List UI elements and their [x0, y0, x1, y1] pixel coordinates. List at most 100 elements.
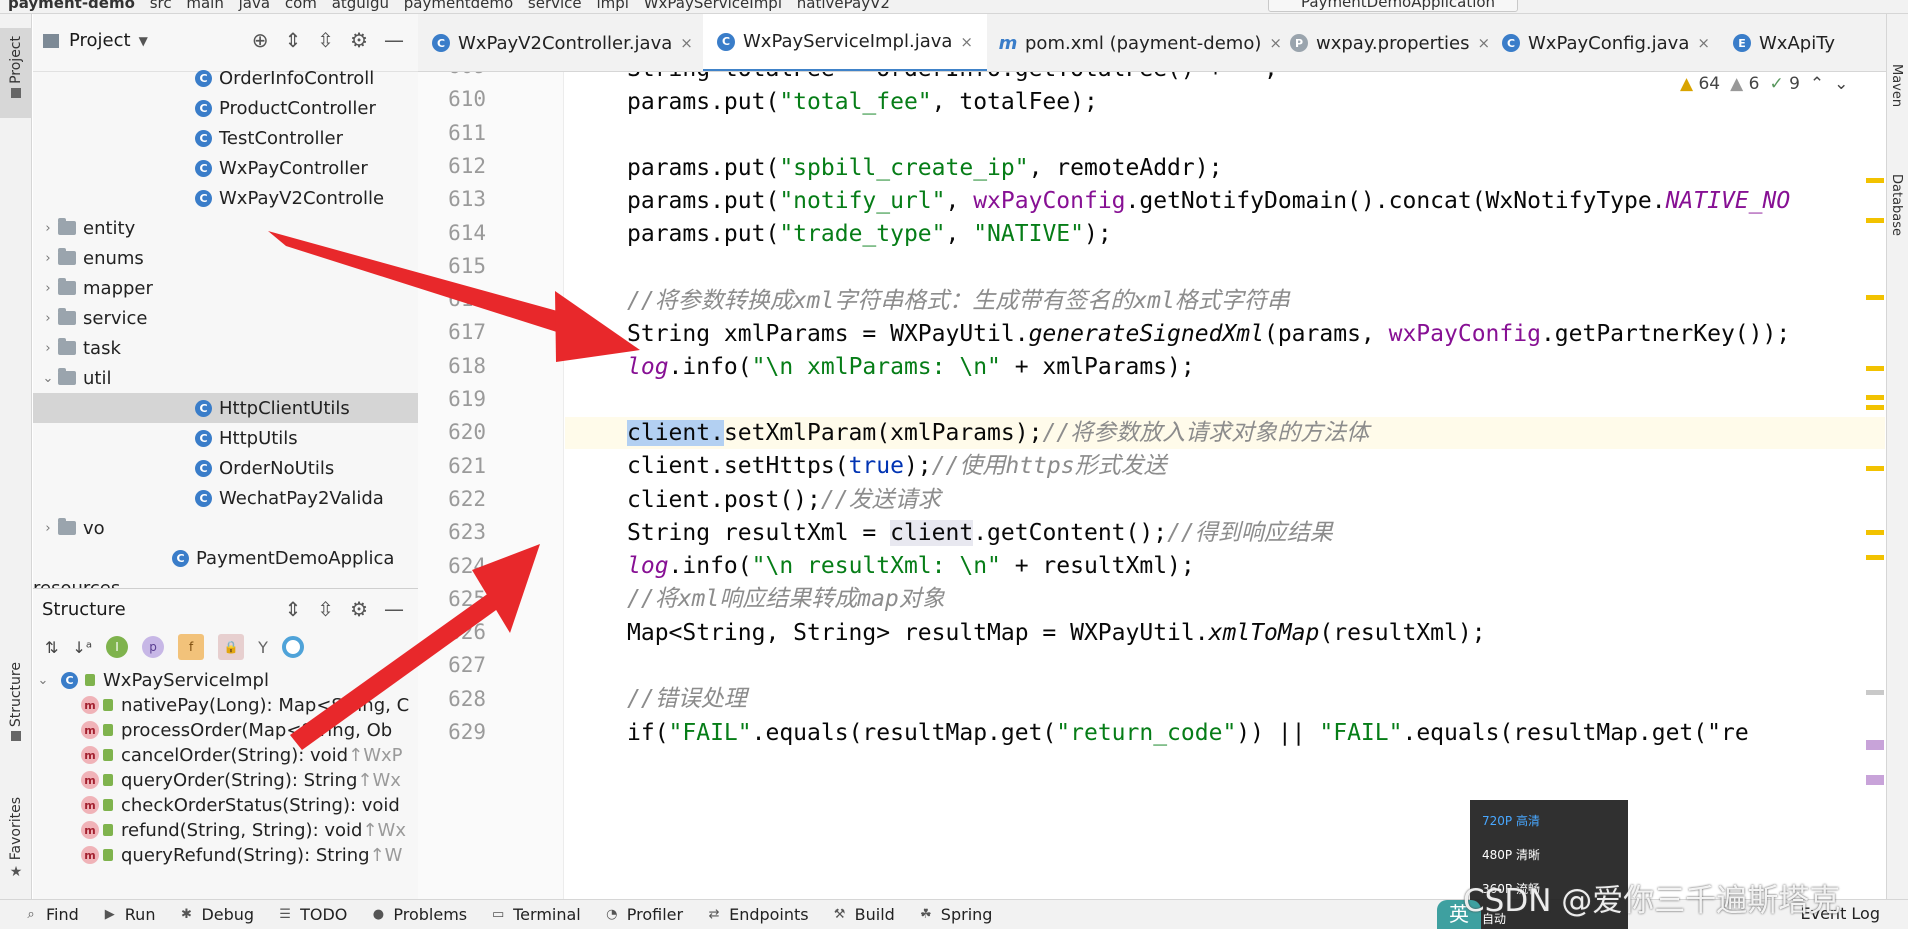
structure-tool-tab[interactable]: Structure — [0, 654, 32, 764]
gear-icon[interactable]: ⚙ — [350, 597, 368, 621]
structure-member-label: processOrder(Map<String, Ob — [121, 719, 393, 741]
breadcrumb-item[interactable]: service — [528, 0, 582, 12]
error-stripe-mark[interactable] — [1866, 218, 1884, 223]
tree-item[interactable]: C PaymentDemoApplica — [33, 543, 418, 573]
error-stripe-mark[interactable] — [1866, 740, 1884, 750]
run-configuration-select[interactable]: PaymentDemoApplication — [1268, 0, 1518, 12]
breadcrumb-item[interactable]: paymentdemo — [404, 0, 513, 12]
editor-tab[interactable]: Pwxpay.properties × — [1276, 14, 1504, 71]
close-icon[interactable]: × — [960, 33, 973, 51]
chevron-right-icon[interactable]: › — [38, 521, 58, 536]
expand-all-icon[interactable]: ⇕ — [285, 28, 302, 52]
collapse-all-icon[interactable]: ⇳ — [317, 597, 334, 621]
tree-item[interactable]: C HttpUtils — [33, 423, 418, 453]
tree-item[interactable]: › enums — [33, 243, 418, 273]
tree-item[interactable]: C OrderInfoControll — [33, 63, 418, 93]
tree-item[interactable]: C HttpClientUtils — [33, 393, 418, 423]
locate-icon[interactable]: ⊕ — [252, 28, 269, 52]
breadcrumb-item[interactable]: atguigu — [332, 0, 389, 12]
error-stripe-mark[interactable] — [1866, 690, 1884, 695]
error-stripe-mark[interactable] — [1866, 530, 1884, 535]
breadcrumb-item[interactable]: payment-demo — [8, 0, 135, 12]
project-view-selector[interactable]: Project ▼ — [43, 30, 148, 51]
tree-item[interactable]: C ProductController — [33, 93, 418, 123]
collapse-all-icon[interactable]: ⇳ — [317, 28, 334, 52]
error-stripe-mark[interactable] — [1866, 395, 1884, 400]
close-icon[interactable]: × — [1697, 34, 1710, 52]
bottom-tool-todo[interactable]: ☰ TODO — [278, 905, 347, 924]
tree-item[interactable]: ⌄ util — [33, 363, 418, 393]
show-non-public-icon[interactable]: 🔒 — [218, 634, 245, 660]
chevron-down-icon[interactable]: ⌄ — [38, 371, 58, 386]
quality-option[interactable]: 480P 清晰 — [1482, 846, 1540, 863]
chevron-right-icon[interactable]: › — [38, 221, 58, 236]
breadcrumb-item[interactable]: WxPayServiceImpl — [644, 0, 782, 12]
show-fields-icon[interactable]: f — [178, 634, 205, 660]
chevron-right-icon[interactable]: › — [38, 311, 58, 326]
editor-tab[interactable]: m pom.xml (payment-demo) × — [985, 14, 1296, 71]
editor-tab[interactable]: C WxPayV2Controller.java × — [418, 14, 707, 71]
error-stripe-mark[interactable] — [1866, 555, 1884, 560]
breadcrumb-item[interactable]: java — [239, 0, 270, 12]
close-icon[interactable]: × — [680, 34, 693, 52]
structure-member[interactable]: m queryRefund(String): String ↑W — [33, 840, 418, 870]
error-stripe-mark[interactable] — [1866, 775, 1884, 785]
bottom-tool-spring[interactable]: ☘ Spring — [919, 905, 992, 924]
code-editor[interactable]: String totalFee = orderInfo.getTotalFee(… — [565, 72, 1885, 899]
show-properties-icon[interactable]: p — [142, 636, 165, 658]
chevron-right-icon[interactable]: › — [38, 281, 58, 296]
bottom-tool-run[interactable]: ▶ Run — [103, 905, 156, 924]
tree-item[interactable]: › entity — [33, 213, 418, 243]
tree-item[interactable]: C TestController — [33, 123, 418, 153]
chevron-right-icon[interactable]: › — [38, 341, 58, 356]
sort-alphabetically-icon[interactable]: ↓ᵃ — [72, 638, 92, 657]
error-stripe-mark[interactable] — [1866, 405, 1884, 410]
hide-icon[interactable]: — — [384, 28, 404, 52]
bottom-tool-terminal[interactable]: ▭ Terminal — [491, 905, 581, 924]
database-tool-tab[interactable]: Database — [1889, 174, 1904, 236]
bottom-tool-debug[interactable]: ✱ Debug — [179, 905, 254, 924]
previous-highlight-icon[interactable]: ⌃ — [1810, 74, 1824, 94]
maven-tool-tab[interactable]: Maven — [1889, 64, 1904, 107]
error-stripe-mark[interactable] — [1866, 178, 1884, 183]
project-tool-tab[interactable]: Project — [0, 28, 32, 118]
tree-item[interactable]: › vo — [33, 513, 418, 543]
tree-item[interactable]: › task — [33, 333, 418, 363]
breadcrumb-item[interactable]: main — [186, 0, 223, 12]
bottom-tool-problems[interactable]: ● Problems — [371, 905, 467, 924]
chevron-right-icon[interactable]: › — [38, 251, 58, 266]
expand-all-icon[interactable]: ⇕ — [285, 597, 302, 621]
editor-tab[interactable]: E WxApiTy — [1719, 14, 1849, 71]
bottom-tool-endpoints[interactable]: ⇄ Endpoints — [707, 905, 809, 924]
breadcrumb-item[interactable]: impl — [596, 0, 628, 12]
editor-tab[interactable]: C WxPayServiceImpl.java × — [703, 14, 987, 71]
tree-item[interactable]: C WxPayV2Controlle — [33, 183, 418, 213]
favorites-tool-tab[interactable]: Favorites ★ — [0, 789, 32, 899]
bottom-tool-build[interactable]: ⚒ Build — [833, 905, 895, 924]
tree-item[interactable]: C WechatPay2Valida — [33, 483, 418, 513]
show-inherited-icon[interactable]: I — [106, 636, 129, 658]
inspection-widget[interactable]: ▲ 64 ▲ 6 ✓ 9 ⌃ ⌄ — [1680, 72, 1880, 96]
breadcrumb-item[interactable]: nativePayV2 — [797, 0, 890, 12]
error-stripe-mark[interactable] — [1866, 466, 1884, 471]
tree-item[interactable]: C OrderNoUtils — [33, 453, 418, 483]
sort-by-type-icon[interactable]: ⇅ — [45, 638, 58, 657]
tree-item[interactable]: › service — [33, 303, 418, 333]
breadcrumb-item[interactable]: src — [150, 0, 172, 12]
gear-icon[interactable]: ⚙ — [350, 28, 368, 52]
show-lambdas-icon[interactable]: Y — [258, 638, 268, 657]
next-highlight-icon[interactable]: ⌄ — [1834, 74, 1848, 94]
error-stripe-mark[interactable] — [1866, 366, 1884, 371]
bottom-tool-find[interactable]: ⌕ Find — [24, 905, 78, 924]
tree-item[interactable]: ⌄resources — [33, 573, 418, 589]
editor-tab[interactable]: C WxPayConfig.java × — [1488, 14, 1724, 71]
error-stripe-mark[interactable] — [1866, 295, 1884, 300]
hide-icon[interactable]: — — [384, 597, 404, 621]
quality-option[interactable]: 720P 高清 — [1482, 812, 1540, 829]
chevron-down-icon[interactable]: ⌄ — [33, 673, 53, 688]
breadcrumb-item[interactable]: com — [285, 0, 317, 12]
autoscroll-icon[interactable] — [281, 636, 304, 658]
tree-item[interactable]: › mapper — [33, 273, 418, 303]
bottom-tool-profiler[interactable]: ◔ Profiler — [605, 905, 683, 924]
tree-item[interactable]: C WxPayController — [33, 153, 418, 183]
